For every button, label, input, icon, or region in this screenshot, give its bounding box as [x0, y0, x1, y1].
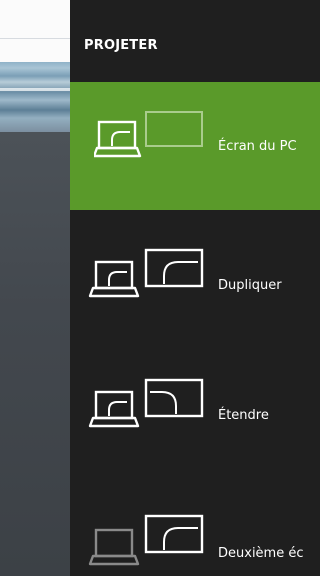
option-second-screen-only[interactable]: Deuxième éc [70, 466, 320, 576]
panel-title: PROJETER [84, 38, 158, 53]
option-label: Dupliquer [218, 278, 282, 293]
desktop-window-band [0, 62, 70, 132]
extend-icon [88, 378, 204, 428]
desktop-window-top [0, 0, 70, 62]
option-label: Deuxième éc [218, 546, 304, 561]
option-label: Étendre [218, 408, 269, 423]
second-screen-only-icon [88, 514, 204, 566]
pc-screen-only-icon [94, 111, 203, 158]
option-duplicate[interactable]: Dupliquer [70, 210, 320, 338]
option-label: Écran du PC [218, 139, 297, 154]
project-panel: PROJETER Écran du PC Dupliquer Étendre D… [70, 0, 320, 576]
option-pc-screen-only[interactable]: Écran du PC [70, 82, 320, 210]
option-extend[interactable]: Étendre [70, 338, 320, 466]
duplicate-icon [88, 248, 204, 298]
desktop-background [0, 0, 70, 576]
desktop-dark-area [0, 132, 70, 576]
